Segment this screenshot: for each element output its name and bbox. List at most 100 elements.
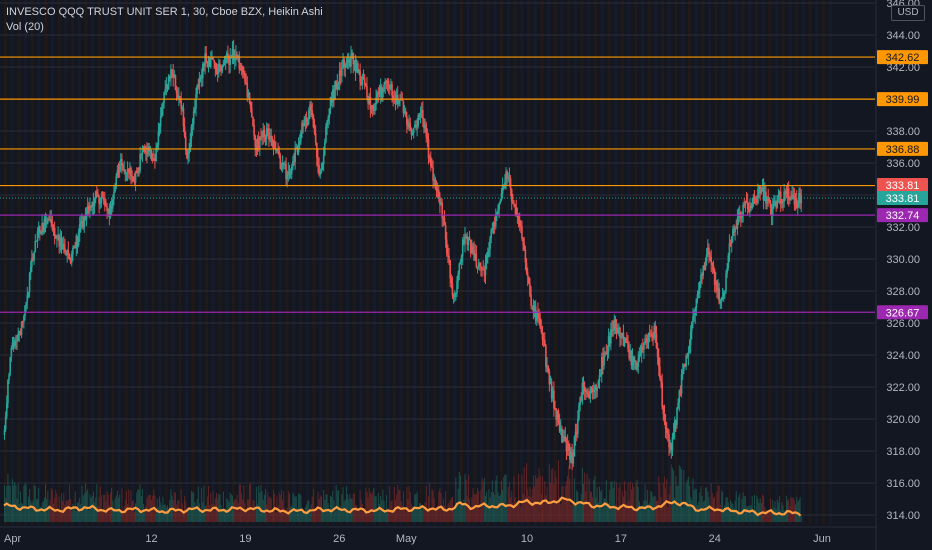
- volume-bar: [581, 467, 583, 522]
- candle-body: [760, 189, 763, 194]
- volume-bar: [210, 492, 212, 522]
- candle-body: [464, 236, 466, 244]
- candle-body: [450, 278, 453, 284]
- volume-bar: [84, 483, 86, 522]
- volume-bar: [577, 491, 579, 522]
- volume-bar: [373, 487, 375, 522]
- volume-bar: [141, 488, 143, 522]
- volume-bar: [189, 508, 191, 522]
- candle-body: [156, 144, 159, 148]
- volume-bar: [637, 487, 639, 522]
- volume-bar: [410, 503, 412, 522]
- volume-bar: [483, 478, 485, 522]
- volume-bar: [679, 466, 681, 522]
- session-shade: [734, 0, 738, 525]
- volume-bar: [584, 472, 586, 522]
- volume-bar: [23, 485, 25, 522]
- candle-body: [664, 421, 667, 429]
- volume-bar: [773, 507, 775, 522]
- session-shade: [620, 0, 624, 525]
- y-tick-label: 332.00: [886, 222, 920, 234]
- session-shade: [97, 0, 101, 525]
- candle-body: [476, 266, 479, 268]
- volume-bar: [55, 489, 57, 522]
- volume-bar: [326, 494, 328, 522]
- volume-bar: [673, 470, 675, 522]
- candle-body: [392, 95, 394, 98]
- session-shade: [587, 0, 591, 525]
- candle-body: [627, 343, 629, 350]
- volume-bar: [572, 504, 574, 522]
- volume-indicator-label[interactable]: Vol (20): [6, 20, 323, 35]
- volume-bar: [481, 478, 483, 522]
- volume-bar: [222, 491, 224, 522]
- candle-body: [509, 178, 512, 190]
- volume-bar: [687, 476, 689, 522]
- volume-bar: [472, 488, 474, 522]
- volume-bar: [458, 471, 460, 522]
- candle-body: [553, 390, 555, 409]
- volume-bar: [188, 508, 190, 522]
- candle-body: [192, 110, 195, 125]
- volume-bar: [203, 485, 205, 522]
- volume-bar: [798, 499, 800, 522]
- candle-body: [498, 203, 500, 210]
- volume-bar: [479, 508, 481, 522]
- volume-bar: [299, 493, 301, 522]
- volume-bar: [161, 505, 163, 522]
- volume-bar: [633, 487, 635, 522]
- volume-bar: [418, 502, 420, 522]
- candle-body: [411, 132, 414, 135]
- candle-body: [437, 190, 440, 197]
- candle-body: [639, 353, 642, 355]
- volume-bar: [799, 497, 801, 522]
- volume-bar: [424, 502, 426, 522]
- volume-bar: [196, 499, 198, 522]
- candle-body: [159, 116, 162, 127]
- session-shade: [580, 0, 584, 525]
- candle-body: [541, 332, 544, 340]
- candle-body: [214, 62, 217, 68]
- volume-bar: [133, 511, 135, 522]
- volume-bar: [310, 504, 312, 522]
- price-chart[interactable]: 314.00 316.00 318.00 320.00 322.00 324.00 326.…: [0, 0, 932, 550]
- volume-bar: [553, 484, 555, 522]
- volume-bar: [467, 474, 469, 522]
- candle-body: [244, 74, 246, 83]
- volume-bar: [683, 470, 685, 522]
- candle-body: [645, 338, 648, 340]
- candle-body: [382, 91, 384, 98]
- volume-bar: [681, 469, 683, 522]
- volume-bar: [629, 481, 631, 522]
- volume-bar: [649, 502, 651, 522]
- volume-bar: [49, 500, 51, 522]
- symbol-title[interactable]: INVESCO QQQ TRUST UNIT SER 1, 30, Cboe B…: [6, 5, 323, 20]
- volume-bar: [393, 486, 395, 522]
- candle-body: [288, 171, 291, 175]
- candle-body: [78, 224, 81, 233]
- volume-bar: [243, 485, 245, 522]
- candle-body: [708, 247, 710, 255]
- y-tick-label: 322.00: [886, 382, 920, 394]
- volume-bar: [405, 510, 407, 522]
- volume-bar: [754, 494, 756, 522]
- volume-bar: [750, 504, 752, 522]
- volume-bar: [87, 489, 89, 522]
- volume-bar: [689, 485, 691, 522]
- candle-body: [68, 253, 71, 260]
- volume-bar: [329, 495, 331, 522]
- volume-bar: [474, 494, 476, 522]
- volume-bar: [784, 514, 786, 522]
- session-shade: [44, 0, 48, 525]
- candle-body: [447, 253, 449, 256]
- candle-body: [429, 156, 432, 167]
- volume-bar: [91, 495, 93, 522]
- volume-bar: [528, 495, 530, 522]
- volume-bar: [551, 469, 553, 522]
- volume-bar: [554, 470, 556, 522]
- volume-bar: [38, 487, 40, 522]
- volume-bar: [239, 484, 241, 522]
- volume-bar: [238, 484, 240, 522]
- volume-bar: [71, 510, 73, 522]
- session-shade: [345, 0, 349, 525]
